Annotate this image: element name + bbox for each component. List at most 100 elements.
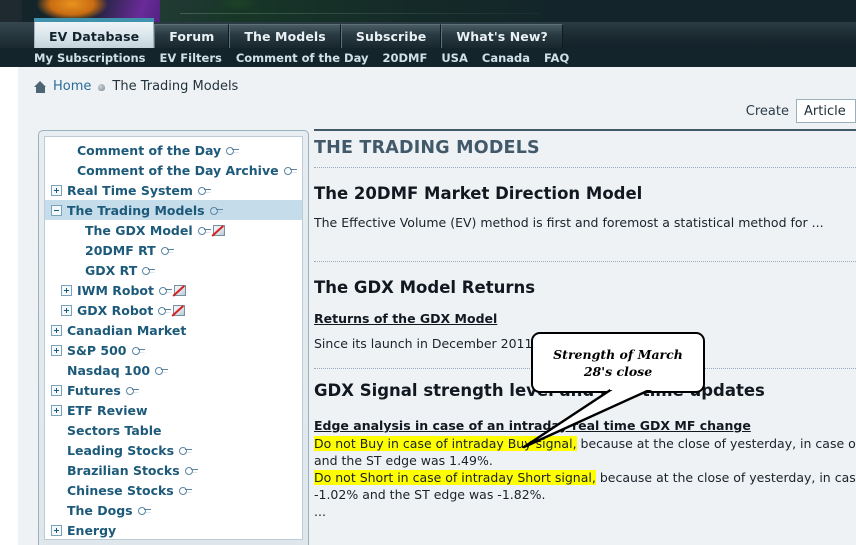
sidebar-item-comment-of-the-day[interactable]: Comment of the Day (45, 140, 302, 160)
subnav-item-usa[interactable]: USA (441, 51, 468, 65)
sidebar-item-the-trading-models[interactable]: The Trading Models (45, 200, 302, 220)
book-restricted-icon (173, 284, 186, 296)
toggle-spacer-icon (51, 445, 62, 456)
expand-plus-icon[interactable] (51, 384, 62, 396)
sidebar-item-label: Brazilian Stocks (67, 462, 180, 478)
key-icon (179, 446, 193, 455)
edge-line-3: Do not Short in case of intraday Short s… (314, 470, 856, 485)
expand-plus-icon[interactable] (51, 324, 62, 336)
sidebar-item-brazilian-stocks[interactable]: Brazilian Stocks (45, 460, 302, 480)
edge-line-3-highlight: Do not Short in case of intraday Short s… (314, 470, 596, 485)
sidebar-item-label: Comment of the Day (77, 142, 222, 158)
toggle-spacer-icon (51, 465, 62, 476)
key-icon (178, 486, 192, 495)
sidebar-item-real-time-system[interactable]: Real Time System (45, 180, 302, 200)
tab-ev-database[interactable]: EV Database (34, 18, 155, 48)
sidebar-item-etf-review[interactable]: ETF Review (45, 400, 302, 420)
subnav-item-20dmf[interactable]: 20DMF (382, 51, 427, 65)
expand-plus-icon[interactable] (61, 304, 72, 316)
sidebar-item-label: Chinese Stocks (67, 482, 174, 498)
sidebar-item-leading-stocks[interactable]: Leading Stocks (45, 440, 302, 460)
tab-list: EV Database Forum The Models Subscribe What'… (34, 18, 563, 48)
sidebar-item-canadian-market[interactable]: Canadian Market (45, 320, 302, 340)
subnav-item-canada[interactable]: Canada (482, 51, 530, 65)
subnav-item-comment-of-the-day[interactable]: Comment of the Day (236, 51, 369, 65)
tab-label: What's New? (456, 29, 548, 44)
key-icon (197, 226, 211, 235)
sidebar-item-label: Energy (67, 522, 117, 538)
tab-label: The Models (244, 29, 326, 44)
sidebar-item-label: 20DMF RT (85, 242, 156, 258)
page-root: EV Database Forum The Models Subscribe What'… (0, 0, 856, 545)
toggle-spacer-icon (51, 425, 62, 436)
secondary-nav-bar: My Subscriptions EV Filters Comment of the… (0, 48, 856, 67)
subnav-item-ev-filters[interactable]: EV Filters (160, 51, 222, 65)
expand-plus-icon[interactable] (51, 524, 62, 536)
collapse-minus-icon[interactable] (51, 204, 62, 216)
divider-1 (314, 167, 856, 168)
tab-the-models[interactable]: The Models (229, 24, 341, 48)
toggle-spacer-icon (69, 225, 80, 236)
gdx-returns-link[interactable]: Returns of the GDX Model (314, 311, 856, 326)
toggle-spacer-icon (61, 145, 72, 156)
edge-line-5: ... (314, 504, 326, 519)
tab-label: Forum (169, 29, 215, 44)
page-title: THE TRADING MODELS (314, 138, 540, 158)
sidebar-item-label: Sectors Table (67, 422, 162, 438)
sidebar-nav-list: Comment of the Day Comment of the Day Arc… (44, 136, 303, 540)
key-icon (142, 266, 156, 275)
breadcrumb-home-link[interactable]: Home (53, 79, 91, 94)
sidebar-item-label: ETF Review (67, 402, 148, 418)
sidebar-item-label: Leading Stocks (67, 442, 175, 458)
sidebar-item-iwm-robot[interactable]: IWM Robot (45, 280, 302, 300)
create-type-select[interactable]: Article (796, 99, 856, 123)
divider-2 (314, 261, 856, 262)
tab-subscribe[interactable]: Subscribe (340, 24, 442, 48)
banner-left-block (0, 0, 22, 22)
page-body: Home The Trading Models Create Article C… (0, 67, 856, 545)
sidebar-item-gdx-robot[interactable]: GDX Robot (45, 300, 302, 320)
subnav-item-my-subscriptions[interactable]: My Subscriptions (34, 51, 146, 65)
sidebar-item-label: The Trading Models (67, 202, 205, 218)
sidebar-item-chinese-stocks[interactable]: Chinese Stocks (45, 480, 302, 500)
subnav-item-faq[interactable]: FAQ (544, 51, 569, 65)
expand-plus-icon[interactable] (51, 184, 62, 196)
callout-text: Strength of March 28's close (553, 346, 683, 379)
expand-plus-icon[interactable] (61, 284, 72, 296)
sidebar-item-label: The GDX Model (85, 222, 193, 238)
sidebar-item-the-gdx-model[interactable]: The GDX Model (45, 220, 302, 240)
key-icon (158, 286, 172, 295)
sidebar-item-label: Comment of the Day Archive (77, 162, 279, 178)
sidebar-item-sectors-table[interactable]: Sectors Table (45, 420, 302, 440)
callout-pointer-icon (522, 385, 660, 449)
tab-what-s-new[interactable]: What's New? (441, 24, 563, 48)
sidebar-item-label: GDX Robot (77, 302, 154, 318)
tab-forum[interactable]: Forum (154, 24, 230, 48)
banner-hairline (180, 13, 540, 14)
sidebar-item-label: Canadian Market (67, 322, 187, 338)
tab-label: EV Database (49, 29, 140, 44)
sidebar-panel: Comment of the Day Comment of the Day Arc… (38, 130, 309, 545)
expand-plus-icon[interactable] (51, 404, 62, 416)
section-heading-gdx-returns: The GDX Model Returns (314, 278, 536, 297)
sidebar-item-energy[interactable]: Energy (45, 520, 302, 539)
header-rule (314, 129, 856, 131)
sidebar-item-nasdaq-100[interactable]: Nasdaq 100 (45, 360, 302, 380)
key-icon (155, 366, 169, 375)
sidebar-item-gdx-rt[interactable]: GDX RT (45, 260, 302, 280)
key-icon (160, 246, 174, 255)
create-label: Create (745, 103, 789, 119)
key-icon (283, 166, 297, 175)
sidebar-item-comment-of-the-day-archive[interactable]: Comment of the Day Archive (45, 160, 302, 180)
sidebar-item-the-dogs[interactable]: The Dogs (45, 500, 302, 520)
sidebar-item-s-p-500[interactable]: S&P 500 (45, 340, 302, 360)
key-icon (197, 186, 211, 195)
toggle-spacer-icon (51, 365, 62, 376)
key-icon (209, 206, 223, 215)
expand-plus-icon[interactable] (51, 344, 62, 356)
sidebar-item-label: Nasdaq 100 (67, 362, 151, 378)
key-icon (158, 306, 172, 315)
sidebar-item-label: IWM Robot (77, 282, 154, 298)
sidebar-item-futures[interactable]: Futures (45, 380, 302, 400)
sidebar-item-20dmf-rt[interactable]: 20DMF RT (45, 240, 302, 260)
